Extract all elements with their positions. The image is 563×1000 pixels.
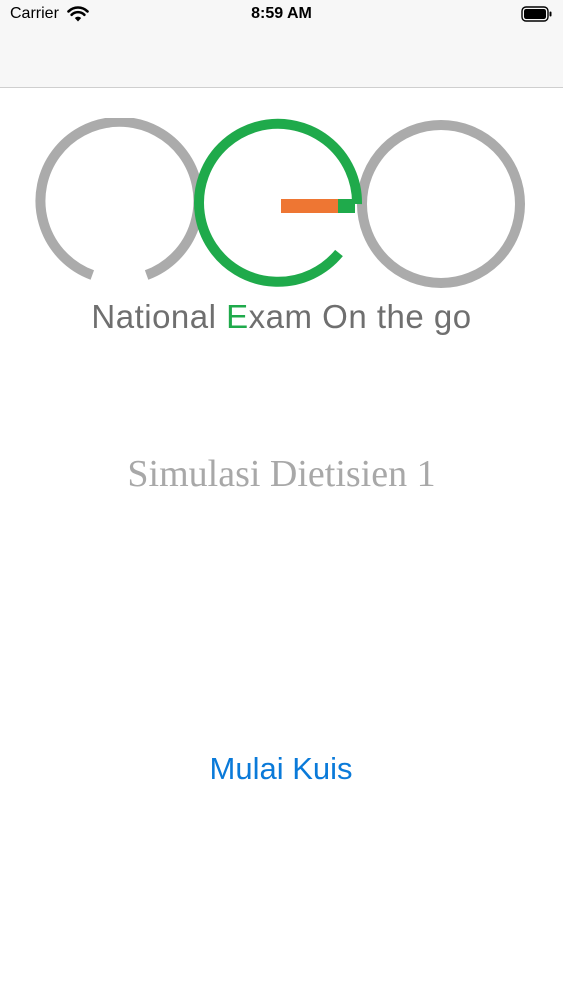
quiz-title: Simulasi Dietisien 1 [127,453,436,495]
battery-icon [521,6,552,22]
logo-ring-left [35,118,204,280]
status-bar: Carrier 8:59 AM [0,0,563,30]
start-quiz-button[interactable]: Mulai Kuis [181,745,381,793]
logo-orange-bar [281,199,338,213]
status-time: 8:59 AM [251,5,312,22]
navigation-bar [0,30,563,88]
logo-ring-right [357,120,525,288]
logo-tagline: National Exam On the go [0,298,563,336]
tagline-accent: E [226,298,249,335]
logo-green-bar [337,199,355,213]
tagline-part2: xam On the go [248,298,472,335]
tagline-part1: National [91,298,227,335]
